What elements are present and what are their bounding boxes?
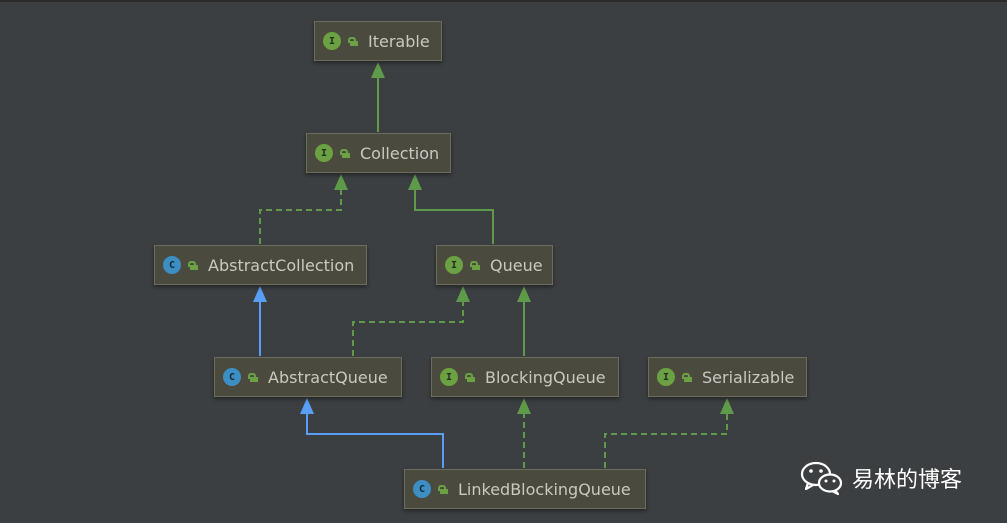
edge-queue-to-collection xyxy=(408,174,494,244)
node-abstract-queue[interactable]: C AbstractQueue xyxy=(214,357,402,397)
node-blocking-queue[interactable]: I BlockingQueue xyxy=(431,357,619,397)
node-linked-blocking-queue[interactable]: C LinkedBlockingQueue xyxy=(404,469,646,509)
public-visibility-icon xyxy=(465,372,475,382)
node-label: LinkedBlockingQueue xyxy=(458,479,631,499)
node-label: BlockingQueue xyxy=(485,367,606,387)
interface-icon: I xyxy=(315,144,333,162)
class-icon: C xyxy=(163,256,181,274)
public-visibility-icon xyxy=(470,260,480,270)
class-icon: C xyxy=(413,480,431,498)
public-visibility-icon xyxy=(188,260,198,270)
node-label: AbstractCollection xyxy=(208,255,355,275)
node-collection[interactable]: I Collection xyxy=(306,133,451,173)
public-visibility-icon xyxy=(682,372,692,382)
node-queue[interactable]: I Queue xyxy=(436,245,553,285)
wechat-icon xyxy=(800,461,843,496)
edge-linked-blocking-queue-to-abstract-queue xyxy=(300,398,444,468)
node-label: AbstractQueue xyxy=(268,367,388,387)
diagram-canvas: I Iterable I Collection C AbstractCollec… xyxy=(0,0,1007,523)
edge-abstract-queue-to-queue xyxy=(352,286,470,356)
node-label: Queue xyxy=(490,255,543,275)
public-visibility-icon xyxy=(248,372,258,382)
interface-icon: I xyxy=(440,368,458,386)
interface-icon: I xyxy=(323,32,341,50)
edge-linked-blocking-queue-to-serializable xyxy=(604,398,734,468)
public-visibility-icon xyxy=(340,148,350,158)
watermark: 易林的博客 xyxy=(800,460,962,496)
edge-blocking-queue-to-queue xyxy=(517,286,531,356)
edge-collection-to-iterable xyxy=(371,62,385,132)
edge-abstract-queue-to-abstract-collection xyxy=(253,286,267,356)
public-visibility-icon xyxy=(438,484,448,494)
interface-icon: I xyxy=(445,256,463,274)
node-label: Iterable xyxy=(368,31,430,51)
class-icon: C xyxy=(223,368,241,386)
public-visibility-icon xyxy=(348,36,358,46)
edge-abstract-collection-to-collection xyxy=(259,174,348,244)
node-label: Collection xyxy=(360,143,440,163)
watermark-text: 易林的博客 xyxy=(852,468,963,493)
node-abstract-collection[interactable]: C AbstractCollection xyxy=(154,245,367,285)
node-label: Serializable xyxy=(702,367,795,387)
interface-icon: I xyxy=(657,368,675,386)
node-iterable[interactable]: I Iterable xyxy=(314,21,442,61)
node-serializable[interactable]: I Serializable xyxy=(648,357,807,397)
edge-linked-blocking-queue-to-blocking-queue xyxy=(517,398,531,468)
